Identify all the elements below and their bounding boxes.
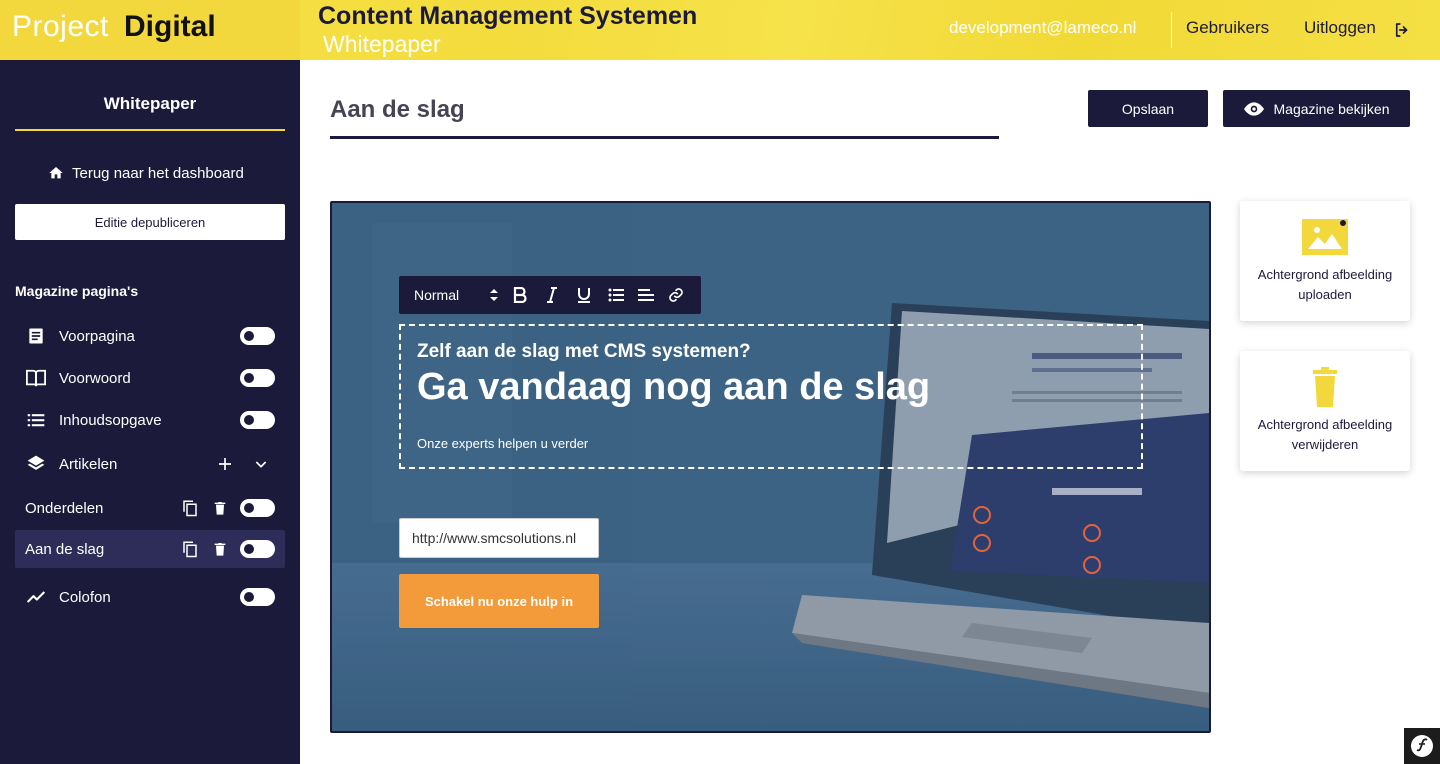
italic-icon[interactable] bbox=[543, 286, 561, 304]
sidebar-item-colofon[interactable]: Colofon bbox=[15, 578, 285, 616]
select-arrows-icon[interactable] bbox=[489, 288, 499, 302]
upload-background-label: Achtergrond afbeelding uploaden bbox=[1257, 267, 1393, 302]
save-button[interactable]: Opslaan bbox=[1088, 90, 1208, 127]
cta-url-input[interactable] bbox=[399, 518, 599, 558]
sidebar-item-label: Voorpagina bbox=[59, 327, 135, 345]
logout-icon[interactable] bbox=[1393, 21, 1411, 39]
magazine-pages-heading: Magazine pagina's bbox=[15, 283, 139, 299]
text-format-toolbar: Normal bbox=[399, 276, 701, 314]
visibility-toggle[interactable] bbox=[240, 369, 275, 387]
users-link[interactable]: Gebruikers bbox=[1186, 18, 1269, 38]
sidebar-item-inhoudsopgave[interactable]: Inhoudsopgave bbox=[15, 401, 285, 439]
book-icon bbox=[25, 367, 47, 389]
delete-background-card[interactable]: Achtergrond afbeelding verwijderen bbox=[1240, 351, 1410, 471]
underline-icon[interactable] bbox=[575, 286, 593, 304]
logout-link[interactable]: Uitloggen bbox=[1304, 18, 1376, 38]
debug-toolbar-toggle[interactable] bbox=[1404, 728, 1440, 764]
page-preview-canvas[interactable]: Normal Zelf aan de slag met CMS systemen… bbox=[330, 201, 1211, 733]
bullet-list-icon[interactable] bbox=[607, 286, 625, 304]
title-underline bbox=[330, 136, 999, 139]
trash-icon bbox=[1313, 367, 1337, 407]
back-to-dashboard-link[interactable]: Terug naar het dashboard bbox=[48, 163, 244, 183]
chevron-down-icon[interactable] bbox=[251, 454, 271, 474]
logo-bold-text: Digital bbox=[124, 10, 216, 43]
layers-icon bbox=[25, 453, 47, 475]
trash-icon[interactable] bbox=[210, 539, 230, 559]
visibility-toggle[interactable] bbox=[240, 540, 275, 558]
sidebar-item-onderdelen[interactable]: Onderdelen bbox=[15, 489, 285, 527]
large-heading[interactable]: Ga vandaag nog aan de slag bbox=[417, 366, 930, 409]
visibility-toggle[interactable] bbox=[240, 588, 275, 606]
editable-text-block[interactable]: Zelf aan de slag met CMS systemen? Ga va… bbox=[399, 324, 1143, 469]
sidebar-item-aan-de-slag[interactable]: Aan de slag bbox=[15, 530, 285, 568]
delete-background-label: Achtergrond afbeelding verwijderen bbox=[1257, 417, 1393, 452]
header-divider bbox=[1171, 12, 1172, 48]
sidebar-item-voorwoord[interactable]: Voorwoord bbox=[15, 359, 285, 397]
view-magazine-button[interactable]: Magazine bekijken bbox=[1223, 90, 1410, 127]
image-upload-icon bbox=[1302, 219, 1348, 255]
align-left-icon[interactable] bbox=[637, 286, 655, 304]
view-magazine-label: Magazine bekijken bbox=[1273, 100, 1390, 117]
visibility-toggle[interactable] bbox=[240, 411, 275, 429]
format-select[interactable]: Normal bbox=[414, 287, 459, 303]
sidebar-title-underline bbox=[15, 129, 285, 131]
trend-icon bbox=[25, 586, 47, 608]
visibility-toggle[interactable] bbox=[240, 499, 275, 517]
depublish-edition-button[interactable]: Editie depubliceren bbox=[15, 204, 285, 240]
trash-icon[interactable] bbox=[210, 498, 230, 518]
app-title: Content Management Systemen bbox=[318, 2, 698, 30]
user-email: development@lameco.nl bbox=[949, 18, 1137, 37]
sidebar-item-label: Colofon bbox=[59, 588, 111, 606]
copy-icon[interactable] bbox=[180, 498, 200, 518]
sidebar-item-label: Voorwoord bbox=[59, 369, 131, 387]
add-article-button[interactable] bbox=[215, 454, 235, 474]
link-icon[interactable] bbox=[667, 286, 685, 304]
sidebar-item-label: Onderdelen bbox=[25, 499, 104, 517]
app-subtitle: Whitepaper bbox=[323, 31, 441, 57]
small-heading[interactable]: Zelf aan de slag met CMS systemen? bbox=[417, 341, 751, 363]
logo[interactable]: Project Digital bbox=[0, 0, 300, 60]
copy-icon[interactable] bbox=[180, 539, 200, 559]
sidebar-title: Whitepaper bbox=[103, 94, 197, 113]
page-title[interactable]: Aan de slag bbox=[330, 96, 465, 124]
home-icon bbox=[49, 167, 63, 179]
sidebar-item-label: Artikelen bbox=[59, 455, 118, 473]
logo-light-text: Project bbox=[12, 10, 109, 43]
sidebar: Whitepaper Terug naar het dashboard Edit… bbox=[0, 60, 300, 764]
document-icon bbox=[25, 325, 47, 347]
eye-icon bbox=[1243, 101, 1264, 116]
top-header: Project Digital Content Management Syste… bbox=[0, 0, 1440, 60]
sidebar-item-label: Aan de slag bbox=[25, 540, 105, 558]
paragraph-text[interactable]: Onze experts helpen u verder bbox=[417, 436, 588, 451]
bold-icon[interactable] bbox=[511, 286, 529, 304]
back-to-dashboard-label: Terug naar het dashboard bbox=[72, 164, 244, 182]
symfony-icon bbox=[1411, 735, 1433, 757]
sidebar-item-label: Inhoudsopgave bbox=[59, 411, 162, 429]
upload-background-card[interactable]: Achtergrond afbeelding uploaden bbox=[1240, 201, 1410, 321]
sidebar-item-voorpagina[interactable]: Voorpagina bbox=[15, 317, 285, 355]
list-icon bbox=[25, 409, 47, 431]
cta-button[interactable]: Schakel nu onze hulp in bbox=[399, 574, 599, 628]
sidebar-item-artikelen[interactable]: Artikelen bbox=[15, 445, 285, 483]
visibility-toggle[interactable] bbox=[240, 327, 275, 345]
